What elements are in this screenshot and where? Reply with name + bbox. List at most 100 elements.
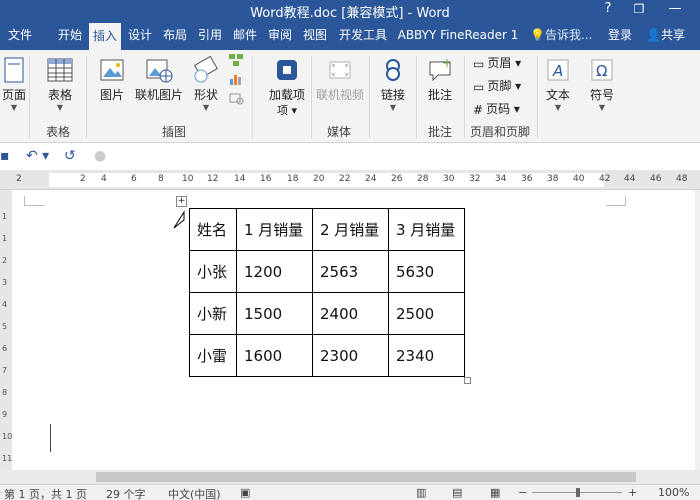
online-video-button[interactable]: 联机视频	[314, 54, 366, 124]
help-button[interactable]: ?	[595, 0, 621, 20]
tab-home[interactable]: 开始	[52, 20, 88, 50]
footer-icon: ▭	[473, 79, 485, 94]
divider	[86, 56, 87, 138]
sales-table[interactable]: 姓名 1 月销量 2 月销量 3 月销量 小张 1200 2563 5630 小…	[189, 208, 465, 377]
restore-ribbon-icon[interactable]: ❐	[626, 0, 652, 20]
pictures-label: 图片	[99, 88, 124, 102]
share-button[interactable]: 👤共享	[646, 20, 685, 50]
online-pictures-button[interactable]: 联机图片	[132, 54, 186, 124]
read-mode-icon[interactable]: ▥	[416, 486, 426, 499]
vruler-tick: 4	[2, 300, 8, 309]
symbol-button[interactable]: Ω 符号 ▼	[585, 54, 619, 124]
zoom-in-icon[interactable]: +	[628, 486, 637, 499]
divider	[537, 56, 538, 138]
divider	[252, 56, 253, 138]
zoom-slider-thumb[interactable]	[576, 488, 580, 497]
table-cell[interactable]: 姓名	[189, 208, 237, 251]
horizontal-scrollbar[interactable]	[0, 470, 700, 484]
web-layout-icon[interactable]: ▦	[490, 486, 500, 499]
footer-button[interactable]: ▭ 页脚 ▾	[473, 75, 521, 97]
table-cell[interactable]: 3 月销量	[388, 208, 465, 251]
word-count[interactable]: 29 个字	[106, 486, 146, 500]
addins-label: 加载项	[268, 88, 305, 102]
table-cell[interactable]: 小新	[189, 292, 237, 335]
group-table-label: 表格	[46, 125, 71, 139]
status-bar: 第 1 页，共 1 页 29 个字 中文(中国) ▣ ▥ ▤ ▦ − + 100…	[0, 484, 700, 500]
pages-button[interactable]: 页面 ▼	[0, 54, 28, 124]
undo-icon[interactable]: ↶ ▾	[26, 146, 49, 166]
page-count[interactable]: 第 1 页，共 1 页	[4, 486, 87, 500]
vertical-ruler[interactable]: 1 1 2 3 4 5 6 7 8 9 10 11	[0, 190, 12, 470]
tell-me-box[interactable]: 💡告诉我...	[530, 20, 592, 50]
print-layout-icon[interactable]: ▤	[452, 486, 462, 499]
ribbon-insert: 页面 ▼ 表格 ▼ 表格 图片 联机图片 形状 ▼ 插图 加载项 项 ▾ 联机视…	[0, 50, 700, 143]
addins-button[interactable]: 加载项 项 ▾	[266, 54, 308, 124]
vruler-tick: 3	[2, 278, 8, 287]
vruler-tick: 2	[2, 256, 8, 265]
tab-design[interactable]: 设计	[124, 20, 156, 50]
ruler-tick: 6	[131, 174, 137, 184]
zoom-out-icon[interactable]: −	[518, 486, 527, 499]
touch-mode-icon[interactable]: ●	[94, 146, 106, 166]
ruler-tick: 34	[495, 174, 507, 184]
tab-review[interactable]: 审阅	[264, 20, 296, 50]
horizontal-ruler[interactable]: 2 2 4 6 8 10 12 14 16 18 20 22 24 26 28 …	[0, 170, 700, 190]
divider	[464, 56, 465, 138]
comment-button[interactable]: + 批注	[423, 54, 457, 124]
ruler-tick: 42	[599, 174, 611, 184]
table-move-handle-icon[interactable]: +	[176, 196, 187, 207]
tab-insert[interactable]: 插入	[89, 23, 121, 50]
smartart-chart-buttons[interactable]	[226, 52, 246, 118]
table-cell[interactable]: 小张	[189, 250, 237, 293]
chevron-down-icon: ▼	[56, 103, 64, 112]
minimize-button[interactable]: —	[662, 0, 688, 20]
tab-mailings[interactable]: 邮件	[229, 20, 261, 50]
tab-abbyy[interactable]: ABBYY FineReader 1	[394, 20, 522, 50]
zoom-level[interactable]: 100%	[658, 486, 689, 499]
tab-view[interactable]: 视图	[299, 20, 331, 50]
ruler-tick: 24	[365, 174, 377, 184]
text-button[interactable]: A 文本 ▼	[541, 54, 575, 124]
vertical-scrollbar[interactable]	[695, 190, 700, 470]
online-video-label: 联机视频	[315, 88, 364, 102]
page-number-button[interactable]: # 页码 ▾	[473, 98, 520, 120]
shapes-button[interactable]: 形状 ▼	[189, 54, 223, 124]
table-button[interactable]: 表格 ▼	[40, 54, 80, 124]
table-cell[interactable]: 2400	[312, 292, 389, 335]
tab-file[interactable]: 文件	[0, 20, 40, 50]
pictures-button[interactable]: 图片	[94, 54, 130, 124]
text-label: 文本	[545, 88, 570, 102]
table-cell[interactable]: 5630	[388, 250, 465, 293]
picture-icon	[100, 59, 124, 81]
table-cell[interactable]: 2340	[388, 334, 465, 377]
tab-layout[interactable]: 布局	[159, 20, 191, 50]
group-illustrations-label: 插图	[162, 125, 187, 139]
ruler-tick: 36	[521, 174, 533, 184]
horizontal-scroll-thumb[interactable]	[96, 472, 636, 482]
table-resize-handle[interactable]	[464, 377, 471, 384]
table-cell[interactable]: 1200	[236, 250, 313, 293]
table-cell[interactable]: 1600	[236, 334, 313, 377]
ruler-tick: 26	[391, 174, 403, 184]
ruler-tick: 38	[547, 174, 559, 184]
tab-references[interactable]: 引用	[194, 20, 226, 50]
login-button[interactable]: 登录	[608, 20, 632, 50]
save-icon[interactable]: ▪	[0, 146, 10, 166]
header-button[interactable]: ▭ 页眉 ▾	[473, 52, 521, 74]
language-status[interactable]: 中文(中国)	[168, 486, 221, 500]
proofing-icon[interactable]: ▣	[240, 486, 250, 499]
screenshot-icon	[229, 93, 244, 105]
table-cell[interactable]: 小雷	[189, 334, 237, 377]
table-cell[interactable]: 2500	[388, 292, 465, 335]
link-button[interactable]: 链接 ▼	[376, 54, 410, 124]
table-cell[interactable]: 2563	[312, 250, 389, 293]
vruler-tick: 8	[2, 388, 8, 397]
table-cell[interactable]: 1 月销量	[236, 208, 313, 251]
table-cell[interactable]: 2300	[312, 334, 389, 377]
table-row: 小新 1500 2400 2500	[189, 292, 465, 335]
tab-developer[interactable]: 开发工具	[334, 20, 392, 50]
table-cell[interactable]: 2 月销量	[312, 208, 389, 251]
ruler-tick: 8	[158, 174, 164, 184]
table-cell[interactable]: 1500	[236, 292, 313, 335]
redo-icon[interactable]: ↺	[64, 146, 76, 166]
